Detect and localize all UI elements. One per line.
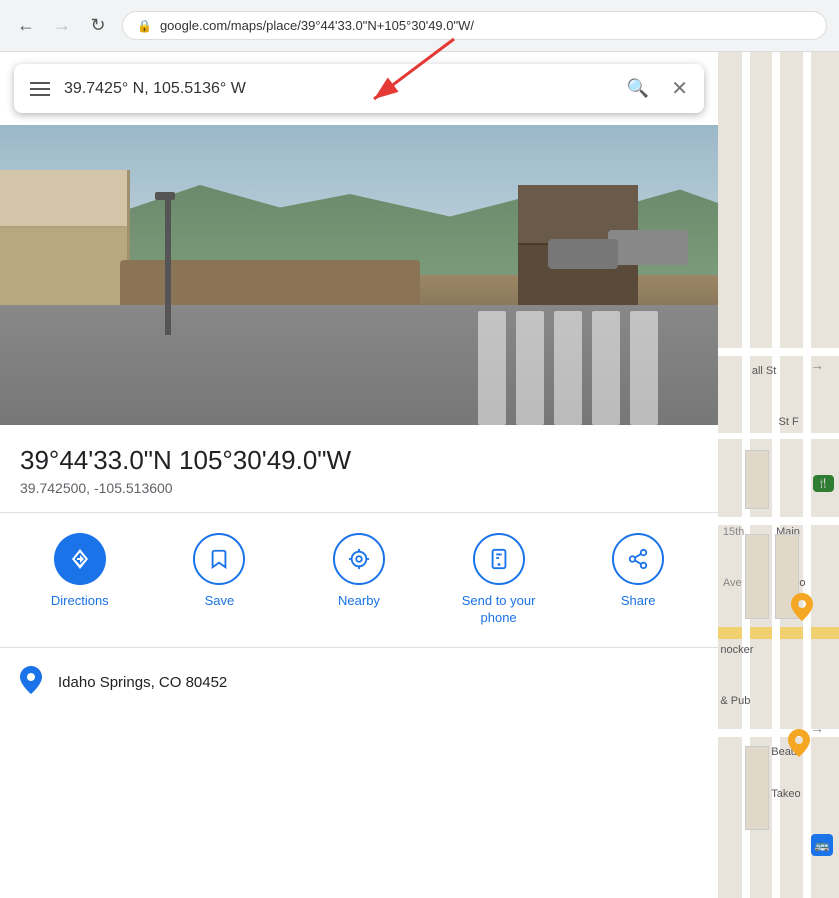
search-button[interactable]: 🔍 (627, 78, 649, 99)
map-block-4 (745, 746, 769, 831)
location-pin-icon (20, 666, 42, 700)
nearby-icon-circle (333, 533, 385, 585)
map-label-st-f: St F (779, 416, 799, 428)
location-address: Idaho Springs, CO 80452 (58, 674, 227, 691)
map-transit-icon: 🚌 (811, 834, 833, 856)
map-label-pub: & Pub (720, 695, 750, 707)
street-view-image (0, 125, 718, 425)
url-text: google.com/maps/place/39°44'33.0"N+105°3… (160, 18, 474, 33)
map-label-15th: 15th (723, 526, 744, 538)
info-section: 39°44'33.0"N 105°30'49.0"W 39.742500, -1… (0, 425, 718, 513)
map-label-nocker: nocker (720, 644, 753, 656)
close-button[interactable]: ✕ (671, 76, 688, 101)
nav-buttons: ← → ↻ (12, 12, 112, 40)
sv-lamp-post (165, 200, 171, 335)
map-road-v3 (803, 52, 811, 898)
hamburger-menu[interactable] (30, 82, 50, 96)
map-block-2 (745, 450, 769, 509)
save-icon-circle (193, 533, 245, 585)
main-container: 39.7425° N, 105.5136° W 🔍 ✕ (0, 52, 839, 898)
map-label-takeo2: Takeo (771, 788, 800, 800)
map-label-ave: Ave (723, 577, 742, 589)
map-block-1 (745, 534, 769, 619)
send-to-phone-icon (488, 548, 510, 570)
search-bar: 39.7425° N, 105.5136° W 🔍 ✕ (14, 64, 704, 113)
nearby-icon (348, 548, 370, 570)
nearby-button[interactable]: Nearby (309, 533, 409, 627)
save-icon (208, 548, 230, 570)
sv-car (608, 230, 688, 265)
map-road-v2 (772, 52, 780, 898)
directions-label: Directions (51, 593, 109, 610)
browser-chrome: ← → ↻ 🔒 google.com/maps/place/39°44'33.0… (0, 0, 839, 52)
coordinates-main: 39°44'33.0"N 105°30'49.0"W (20, 445, 698, 476)
share-label: Share (621, 593, 656, 610)
map-pin-1[interactable] (791, 593, 813, 615)
map-pin-2[interactable] (788, 729, 810, 751)
search-query[interactable]: 39.7425° N, 105.5136° W (64, 80, 613, 98)
location-row: Idaho Springs, CO 80452 (0, 648, 718, 718)
sv-car2 (548, 239, 618, 269)
map-arrow-right: → (810, 357, 824, 373)
action-buttons-row: Directions Save (0, 513, 718, 648)
nearby-label: Nearby (338, 593, 380, 610)
share-button[interactable]: Share (588, 533, 688, 627)
directions-icon-circle (54, 533, 106, 585)
send-to-phone-icon-circle (473, 533, 525, 585)
back-button[interactable]: ← (12, 12, 40, 40)
map-green-badge: 🍴 (813, 475, 834, 492)
map-label-all-st: all St (752, 365, 776, 377)
map-arrow-right2: → (810, 720, 824, 736)
directions-button[interactable]: Directions (30, 533, 130, 627)
send-to-phone-label: Send to your phone (449, 593, 549, 627)
map-panel[interactable]: ◀ → → all St St F 15th Ave Main Takeo no… (718, 52, 839, 898)
coordinates-decimal: 39.742500, -105.513600 (20, 480, 698, 496)
reload-button[interactable]: ↻ (84, 12, 112, 40)
send-to-phone-button[interactable]: Send to your phone (449, 533, 549, 627)
share-icon (627, 548, 649, 570)
save-button[interactable]: Save (169, 533, 269, 627)
sv-crosswalk (478, 311, 658, 425)
lock-icon: 🔒 (137, 19, 152, 33)
directions-icon (68, 547, 92, 571)
save-label: Save (205, 593, 235, 610)
map-background: → → all St St F 15th Ave Main Takeo nock… (718, 52, 839, 898)
address-bar[interactable]: 🔒 google.com/maps/place/39°44'33.0"N+105… (122, 11, 827, 40)
share-icon-circle (612, 533, 664, 585)
left-panel: 39.7425° N, 105.5136° W 🔍 ✕ (0, 52, 718, 898)
forward-button[interactable]: → (48, 12, 76, 40)
